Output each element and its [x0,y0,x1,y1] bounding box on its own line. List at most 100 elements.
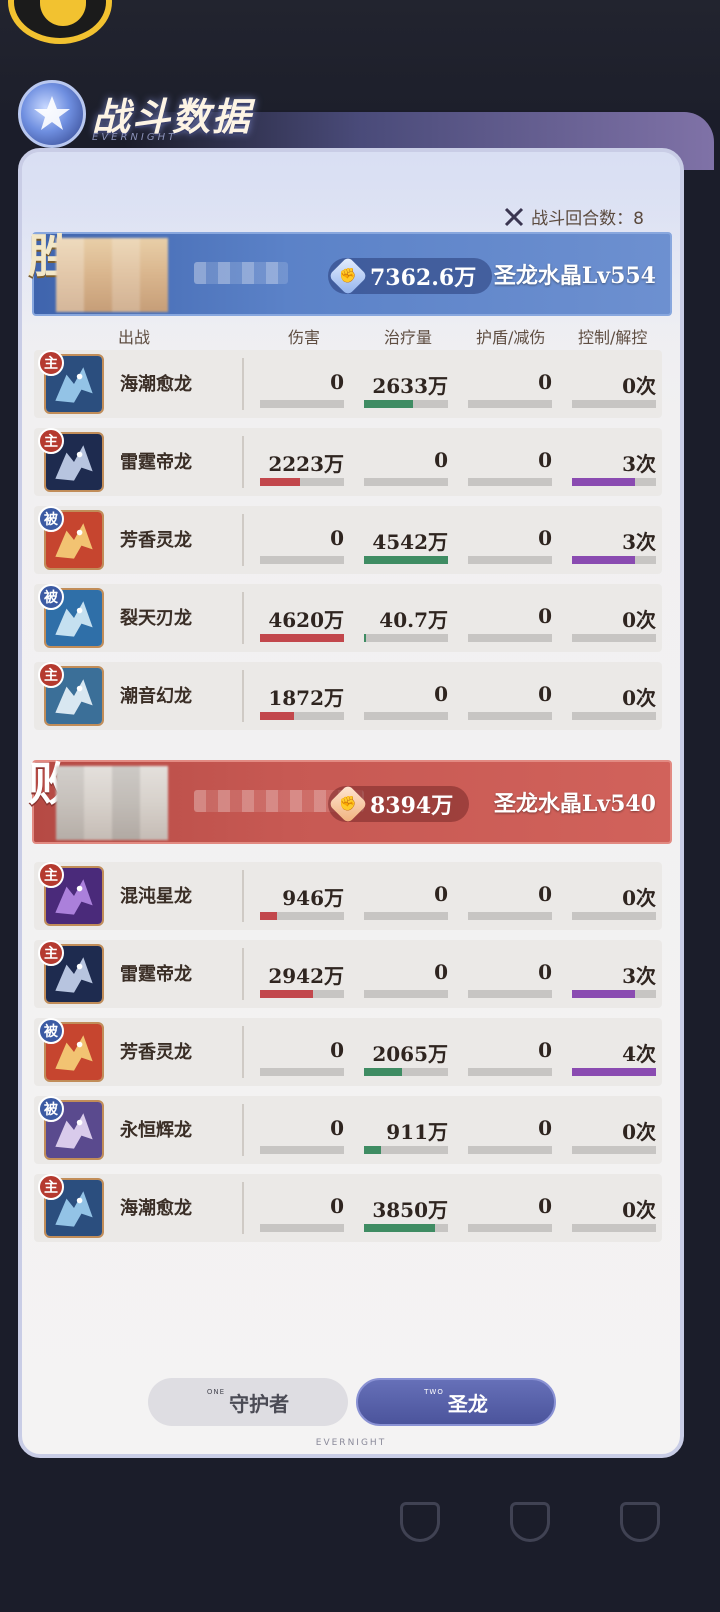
stat-damage-bar [260,912,344,920]
stat-control-bar [572,1146,656,1154]
dragon-row: 被裂天刃龙 4620万 40.7万 0 0次 [34,584,662,652]
stat-heal-value: 911万 [386,1120,448,1144]
divider [242,1104,244,1156]
footer-brand: EVERNIGHT [315,1438,387,1448]
stat-heal-value: 40.7万 [379,608,448,632]
stat-heal: 0 [364,940,450,1008]
dragon-name: 潮音幻龙 [120,686,192,707]
stat-heal-bar-fill [364,634,366,642]
stat-control-bar [572,912,656,920]
col-header-heal: 治疗量 [384,328,433,347]
dragon-name: 混沌星龙 [120,886,192,907]
role-badge: 主 [38,862,64,888]
stat-control: 0次 [572,862,658,930]
stat-shield-value: 0 [538,1038,552,1062]
fist-icon: ✊ [328,784,368,824]
stat-control: 3次 [572,428,658,496]
stat-control-value: 0次 [622,374,656,398]
stat-damage-bar [260,400,344,408]
stat-heal: 911万 [364,1096,450,1164]
stat-damage-value: 1872万 [268,686,344,710]
dragon-row: 主潮音幻龙 1872万 0 0 0次 [34,662,662,730]
role-badge: 主 [38,428,64,454]
stat-shield-value: 0 [538,370,552,394]
stat-heal-value: 4542万 [372,530,448,554]
stat-shield: 0 [468,506,554,574]
col-header-shield: 护盾/减伤 [476,328,546,347]
stat-damage-value: 2942万 [268,964,344,988]
stat-shield-value: 0 [538,1194,552,1218]
stat-heal-bar [364,1068,448,1076]
dragon-name: 永恒辉龙 [120,1120,192,1141]
team-banner-loser: 败 ✊ 8394万 圣龙水晶Lv540 [28,757,672,844]
stat-damage-bar-fill [260,990,313,998]
stat-control-bar [572,712,656,720]
nav-item-1[interactable] [360,1502,480,1554]
divider [242,948,244,1000]
stat-shield-value: 0 [538,448,552,472]
stat-control: 0次 [572,1096,658,1164]
stat-damage-value: 0 [330,1194,344,1218]
shield-icon [510,1502,550,1542]
shield-icon [620,1502,660,1542]
column-headers: 出战 伤害 治疗量 护盾/减伤 控制/解控 [22,324,680,348]
dragon-row: 主海潮愈龙 0 2633万 0 0次 [34,350,662,418]
stat-shield-bar [468,1068,552,1076]
stat-shield: 0 [468,1018,554,1086]
stat-shield: 0 [468,1174,554,1242]
stat-damage: 0 [260,1174,346,1242]
dragon-row: 主海潮愈龙 0 3850万 0 0次 [34,1174,662,1242]
crystal-level: 圣龙水晶Lv540 [493,791,656,817]
dragon-name: 芳香灵龙 [120,530,192,551]
round-count: 战斗回合数：8 [503,204,644,229]
stat-control-bar [572,990,656,998]
divider [242,1182,244,1234]
stat-shield-bar [468,1146,552,1154]
tab-bar: ONE 守护者 TWO 圣龙 [148,1378,558,1426]
stat-heal-value: 0 [434,960,448,984]
stat-control-value: 0次 [622,608,656,632]
power-value: 8394万 [370,793,454,819]
stat-control-value: 0次 [622,886,656,910]
dragon-name: 雷霆帝龙 [120,452,192,473]
stat-control: 0次 [572,350,658,418]
stat-heal-bar-fill [364,1146,381,1154]
tab-holy-dragon-sup: TWO [424,1388,444,1396]
role-badge: 主 [38,662,64,688]
star-badge-icon [18,80,86,148]
stat-shield-bar [468,990,552,998]
stat-control: 3次 [572,940,658,1008]
stat-heal-value: 0 [434,882,448,906]
stat-damage-bar-fill [260,634,344,642]
stat-shield-bar [468,556,552,564]
dragon-row: 主雷霆帝龙 2223万 0 0 3次 [34,428,662,496]
team-banner-winner: 胜 ✊ 7362.6万 圣龙水晶Lv554 [28,229,672,316]
stat-control-bar [572,1068,656,1076]
stat-control: 0次 [572,662,658,730]
col-header-name: 出战 [118,328,151,347]
divider [242,870,244,922]
stat-heal-bar [364,1146,448,1154]
stat-damage-bar [260,478,344,486]
fist-icon: ✊ [328,256,368,296]
stat-control-bar-fill [572,556,635,564]
role-badge: 被 [38,1096,64,1122]
nav-item-2[interactable] [470,1502,590,1554]
dragon-row: 主混沌星龙 946万 0 0 0次 [34,862,662,930]
stat-damage-value: 0 [330,1038,344,1062]
stat-control: 3次 [572,506,658,574]
stat-shield-bar [468,1224,552,1232]
page-subtitle: EVERNIGHT [92,132,178,143]
stat-heal: 40.7万 [364,584,450,652]
stat-damage-value: 0 [330,1116,344,1140]
stat-heal: 3850万 [364,1174,450,1242]
tab-guardian[interactable]: ONE 守护者 [148,1378,348,1426]
stat-shield-value: 0 [538,682,552,706]
crystal-level: 圣龙水晶Lv554 [493,263,656,289]
stat-heal-bar-fill [364,1224,435,1232]
nav-item-3[interactable] [580,1502,700,1554]
tab-holy-dragon[interactable]: TWO 圣龙 [356,1378,556,1426]
stat-damage: 4620万 [260,584,346,652]
stat-shield: 0 [468,862,554,930]
stat-damage: 0 [260,506,346,574]
